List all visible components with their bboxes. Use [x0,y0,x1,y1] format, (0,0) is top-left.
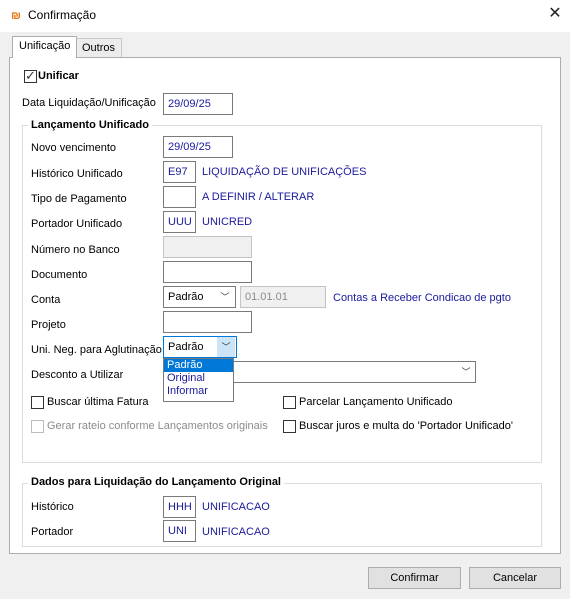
conta-description: Contas a Receber Condicao de pgto [333,292,511,304]
close-icon[interactable]: ✕ [546,4,564,24]
tipo-pagamento-code[interactable] [163,186,196,208]
dados-historico-code[interactable]: HHH [163,496,196,518]
group-lancamento-unificado-title: Lançamento Unificado [28,119,152,131]
dados-portador-description: UNIFICACAO [202,526,270,538]
portador-unificado-description: UNICRED [202,216,253,228]
title-bar: ₪ Confirmação ✕ [0,0,570,32]
numero-banco-field [163,236,252,258]
numero-banco-label: Número no Banco [31,244,120,256]
cancelar-button[interactable]: Cancelar [469,567,561,589]
unificar-label: Unificar [38,70,79,82]
uni-neg-dropdown-list: Padrão Original Informar [163,358,234,402]
projeto-field[interactable] [163,311,252,333]
portador-unificado-code[interactable]: UUU [163,211,196,233]
dados-historico-description: UNIFICACAO [202,501,270,513]
uni-neg-select-value: Padrão [168,341,204,353]
tab-unificacao[interactable]: Unificação [12,36,78,58]
desconto-label: Desconto a Utilizar [31,369,124,381]
parcelar-checkbox[interactable] [283,396,296,409]
data-liquidacao-field[interactable]: 29/09/25 [163,93,233,115]
conta-select-value: Padrão [168,291,204,303]
buscar-ultima-fatura-checkbox[interactable] [31,396,44,409]
tipo-pagamento-label: Tipo de Pagamento [31,193,127,205]
uni-neg-option-original[interactable]: Original [164,372,233,385]
buscar-juros-checkbox[interactable] [283,420,296,433]
documento-field[interactable] [163,261,252,283]
uni-neg-chevron-down-icon[interactable]: ﹀ [217,337,235,357]
historico-unificado-label: Histórico Unificado [31,168,123,180]
uni-neg-option-informar[interactable]: Informar [164,385,233,398]
parcelar-label: Parcelar Lançamento Unificado [299,396,453,408]
uni-neg-label: Uni. Neg. para Aglutinação [31,344,162,356]
dados-historico-label: Histórico [31,501,74,513]
conta-code-field: 01.01.01 [240,286,326,308]
historico-unificado-code[interactable]: E97 [163,161,196,183]
group-dados-liquidacao [22,483,542,547]
conta-label: Conta [31,294,61,306]
tab-outros[interactable]: Outros [75,38,123,58]
documento-label: Documento [31,269,88,281]
group-dados-liquidacao-title: Dados para Liquidação do Lançamento Orig… [28,476,284,488]
tipo-pagamento-description: A DEFINIR / ALTERAR [202,191,315,203]
gerar-rateio-checkbox [31,420,44,433]
projeto-label: Projeto [31,319,66,331]
window-title: Confirmação [28,8,97,22]
confirmar-button[interactable]: Confirmar [368,567,461,589]
gerar-rateio-label: Gerar rateio conforme Lançamentos origin… [47,420,268,432]
dados-portador-code[interactable]: UNI [163,520,196,542]
desconto-chevron-down-icon[interactable]: ﹀ [457,362,475,382]
novo-vencimento-field[interactable]: 29/09/25 [163,136,233,158]
data-liquidacao-label: Data Liquidação/Unificação [22,97,156,109]
uni-neg-option-padrao[interactable]: Padrão [164,359,233,372]
portador-unificado-label: Portador Unificado [31,218,123,230]
dados-portador-label: Portador [31,526,74,538]
conta-chevron-down-icon[interactable]: ﹀ [216,287,234,307]
app-icon: ₪ [11,10,21,22]
historico-unificado-description: LIQUIDAÇÃO DE UNIFICAÇÕES [202,166,367,178]
buscar-juros-label: Buscar juros e multa do 'Portador Unific… [299,420,513,432]
novo-vencimento-label: Novo vencimento [31,142,116,154]
unificar-checkbox[interactable] [24,68,37,84]
buscar-ultima-fatura-label: Buscar última Fatura [47,396,149,408]
